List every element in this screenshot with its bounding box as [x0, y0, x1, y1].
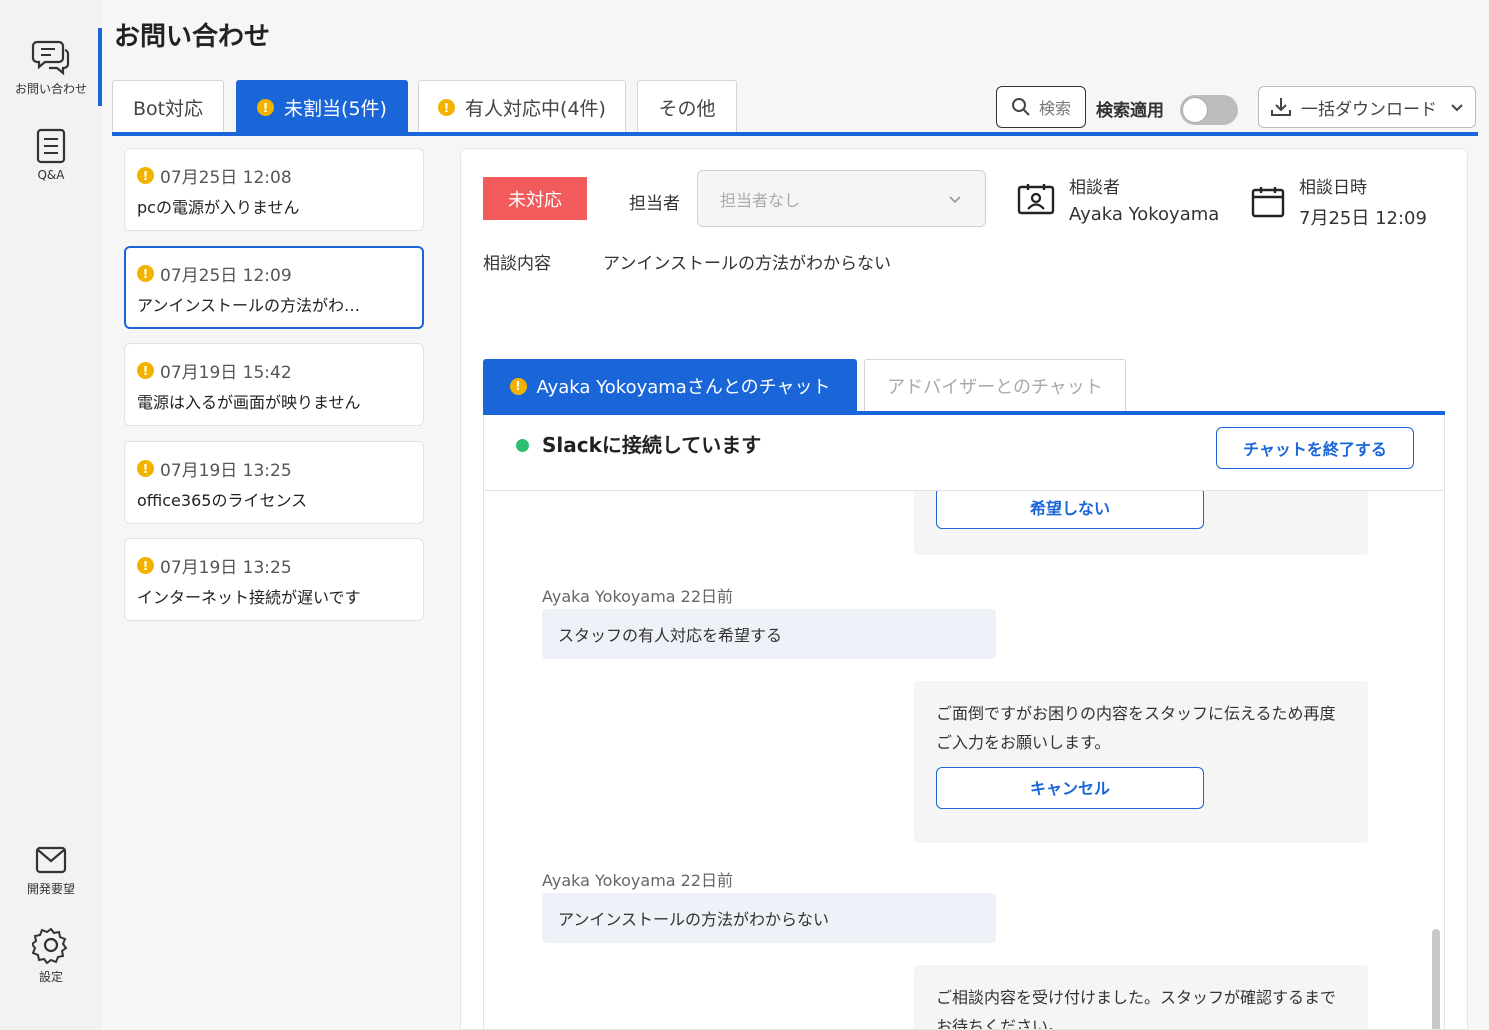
inquiry-list-item[interactable]: ! 07月19日 13:25 インターネット接続が遅いです	[124, 538, 424, 621]
bot-message-text: ご面倒ですがお困りの内容をスタッフに伝えるため再度ご入力をお願いします。	[936, 704, 1336, 752]
tab-user-chat[interactable]: ! Ayaka Yokoyamaさんとのチャット	[483, 359, 857, 413]
bulk-download-label: 一括ダウンロード	[1301, 99, 1437, 120]
warning-icon: !	[257, 99, 275, 116]
bot-message: ご面倒ですがお困りの内容をスタッフに伝えるため再度ご入力をお願いします。 キャン…	[914, 681, 1368, 843]
inquiry-title: pcの電源が入りません	[137, 198, 300, 217]
main-area: お問い合わせ Bot対応 ! 未割当(5件) ! 有人対応中(4件) その他 検…	[102, 0, 1489, 1030]
consult-date-label: 相談日時	[1299, 178, 1367, 198]
warning-icon: !	[137, 362, 154, 379]
inquiry-time: 07月25日 12:09	[160, 266, 292, 286]
assignee-select[interactable]: 担当者なし	[697, 170, 986, 227]
inquiry-list-item[interactable]: ! 07月25日 12:08 pcの電源が入りません	[124, 148, 424, 231]
cancel-button[interactable]: キャンセル	[936, 767, 1204, 809]
bot-message: ご相談内容を受け付けました。スタッフが確認するまでお待ちください。	[914, 965, 1368, 1030]
rail-label-inquiries: お問い合わせ	[14, 82, 87, 96]
inquiry-list-item[interactable]: ! 07月19日 13:25 office365のライセンス	[124, 441, 424, 524]
inquiry-list-item-selected[interactable]: ! 07月25日 12:09 アンインストールの方法がわ…	[124, 246, 424, 329]
inquiry-title: 電源は入るが画面が映りません	[137, 393, 361, 412]
inquiry-time: 07月19日 15:42	[160, 363, 292, 383]
consult-content-value: アンインストールの方法がわからない	[603, 254, 891, 274]
calendar-icon	[1251, 186, 1285, 217]
tab-other[interactable]: その他	[637, 80, 737, 134]
search-apply-toggle[interactable]	[1180, 95, 1238, 125]
tab-label: その他	[658, 98, 716, 120]
inquiry-time: 07月19日 13:25	[160, 558, 292, 578]
tab-in-progress[interactable]: ! 有人対応中(4件)	[418, 80, 626, 134]
user-message-text: アンインストールの方法がわからない	[558, 910, 830, 929]
status-badge[interactable]: 未対応	[483, 177, 587, 220]
contact-card-icon	[1017, 184, 1055, 215]
search-icon	[1011, 98, 1030, 116]
assignee-placeholder: 担当者なし	[720, 190, 801, 210]
chat-scrollbar[interactable]	[1432, 929, 1440, 1029]
tab-advisor-chat-label: アドバイザーとのチャット	[887, 376, 1103, 398]
rail-label-settings: 設定	[38, 970, 63, 984]
consult-date-info: 相談日時 7月25日 12:09	[1251, 173, 1427, 230]
search-apply-label: 検索適用	[1096, 101, 1164, 121]
mail-icon	[35, 846, 67, 874]
tab-advisor-chat[interactable]: アドバイザーとのチャット	[864, 359, 1126, 411]
bulk-download-button[interactable]: 一括ダウンロード	[1258, 86, 1476, 128]
inquiry-title: インターネット接続が遅いです	[137, 588, 361, 607]
warning-icon: !	[137, 557, 154, 574]
warning-icon: !	[509, 377, 527, 395]
tab-user-chat-label: Ayaka Yokoyamaさんとのチャット	[536, 377, 831, 398]
rail-label-qa: Q&A	[37, 168, 65, 182]
chat-bubbles-icon	[31, 40, 70, 76]
document-list-icon	[36, 128, 66, 164]
consulter-info: 相談者 Ayaka Yokoyama	[1017, 173, 1219, 225]
bot-message-text: ご相談内容を受け付けました。スタッフが確認するまでお待ちください。	[936, 988, 1337, 1030]
warning-icon: !	[137, 167, 154, 184]
consulter-name: Ayaka Yokoyama	[1069, 204, 1220, 225]
warning-icon: !	[137, 265, 154, 282]
assignee-label: 担当者	[629, 194, 680, 214]
inquiry-time: 07月19日 13:25	[160, 461, 292, 481]
tab-label: 有人対応中(4件)	[465, 98, 606, 120]
rail-label-feature-request: 開発要望	[26, 882, 75, 896]
gear-icon	[32, 927, 68, 964]
side-rail: お問い合わせ Q&A 開発要望 設定	[0, 0, 102, 1030]
tab-label: 未割当(5件)	[284, 98, 387, 120]
download-icon	[1271, 98, 1291, 116]
inquiry-time: 07月25日 12:08	[160, 168, 292, 188]
user-message-meta: Ayaka Yokoyama 22日前	[542, 587, 734, 606]
chevron-down-icon	[1451, 104, 1463, 112]
rail-item-feature-request[interactable]: 開発要望	[0, 844, 102, 897]
search-button-label: 検索	[1038, 99, 1071, 118]
warning-icon: !	[137, 460, 154, 477]
decline-button[interactable]: 希望しない	[936, 487, 1204, 529]
consult-date-value: 7月25日 12:09	[1299, 208, 1427, 229]
rail-item-settings[interactable]: 設定	[0, 926, 102, 985]
inquiry-title: アンインストールの方法がわ…	[137, 296, 361, 315]
tab-unassigned[interactable]: ! 未割当(5件)	[236, 80, 408, 134]
tab-label: Bot対応	[132, 98, 204, 120]
warning-icon: !	[438, 99, 456, 116]
user-message: アンインストールの方法がわからない	[542, 893, 996, 943]
rail-item-qa[interactable]: Q&A	[0, 128, 102, 182]
tab-underline	[112, 132, 1478, 136]
inquiry-detail-panel: 未対応 担当者 担当者なし 相談者 Ayaka Yokoyama 相談日時 7月…	[460, 148, 1468, 1030]
online-status-icon	[516, 439, 529, 452]
rail-item-inquiries[interactable]: お問い合わせ	[0, 38, 102, 97]
user-message: スタッフの有人対応を希望する	[542, 609, 996, 659]
search-button[interactable]: 検索	[996, 86, 1086, 128]
consult-content-label: 相談内容	[483, 254, 551, 274]
tab-bot[interactable]: Bot対応	[112, 80, 224, 134]
user-message-meta: Ayaka Yokoyama 22日前	[542, 871, 734, 890]
chat-header: Slackに接続しています チャットを終了する	[484, 415, 1444, 491]
chat-window: Slackに接続しています チャットを終了する 希望しない Ayaka Yoko…	[483, 415, 1445, 1030]
page-title: お問い合わせ	[114, 22, 271, 52]
inquiry-title: office365のライセンス	[137, 491, 308, 510]
toggle-knob	[1182, 97, 1208, 123]
consulter-label: 相談者	[1069, 178, 1120, 198]
message-list[interactable]: 希望しない Ayaka Yokoyama 22日前 スタッフの有人対応を希望する…	[484, 451, 1444, 1030]
inquiry-list-item[interactable]: ! 07月19日 15:42 電源は入るが画面が映りません	[124, 343, 424, 426]
connection-status: Slackに接続しています	[542, 433, 762, 457]
chevron-down-icon	[949, 195, 961, 203]
end-chat-button[interactable]: チャットを終了する	[1216, 427, 1414, 469]
user-message-text: スタッフの有人対応を希望する	[558, 626, 783, 645]
